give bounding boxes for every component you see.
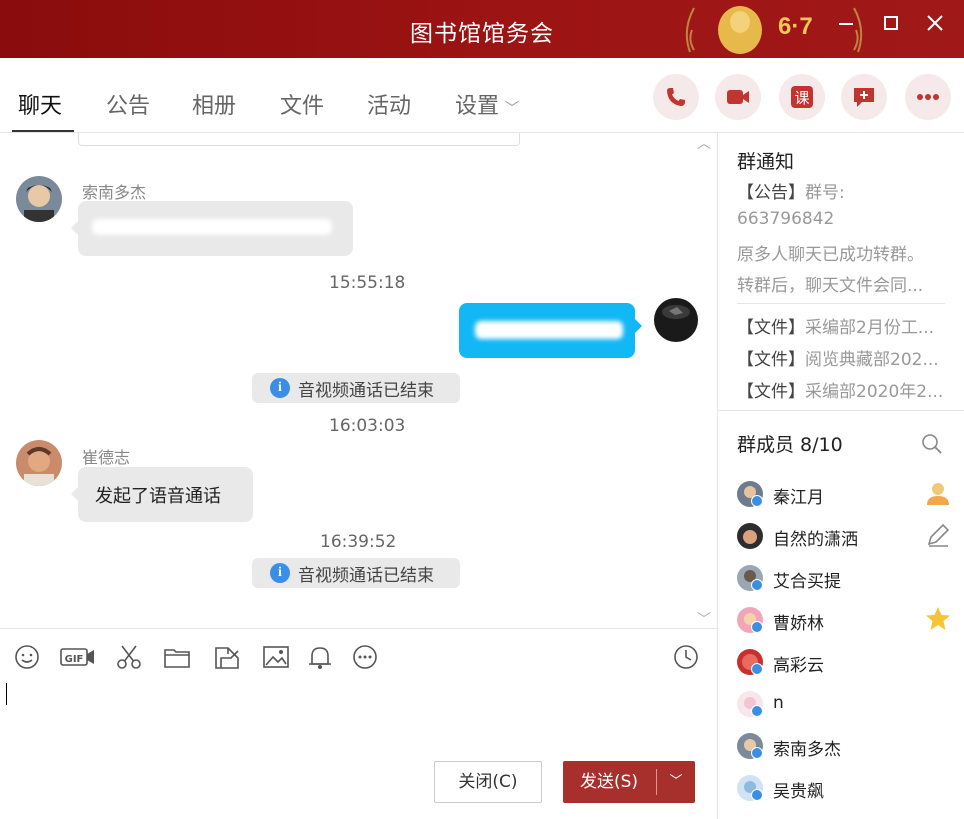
history-clock-icon[interactable] bbox=[672, 643, 700, 671]
message-input[interactable]: 关闭(C) 发送(S) ﹀ bbox=[0, 683, 717, 819]
video-camera-icon bbox=[727, 90, 749, 104]
message-bubble[interactable]: 发起了语音通话 bbox=[71, 467, 253, 522]
scissors-icon[interactable] bbox=[115, 643, 143, 671]
add-chat-button[interactable] bbox=[841, 74, 887, 120]
send-button[interactable]: 发送(S) ﹀ bbox=[563, 761, 695, 803]
close-window-button[interactable] bbox=[920, 12, 950, 42]
device-badge-icon bbox=[751, 495, 763, 507]
notice-line[interactable]: 【公告】群号: bbox=[737, 178, 845, 203]
notice-line[interactable]: 原多人聊天已成功转群。 bbox=[737, 240, 924, 265]
info-icon: i bbox=[270, 378, 290, 398]
badge-text: 6·7 bbox=[778, 13, 813, 40]
tab-announcement[interactable]: 公告 bbox=[106, 88, 150, 120]
info-icon: i bbox=[270, 563, 290, 583]
divider bbox=[718, 410, 964, 411]
more-icon bbox=[917, 94, 939, 100]
device-badge-icon bbox=[751, 705, 763, 717]
device-badge-icon bbox=[751, 789, 763, 801]
scroll-down-icon[interactable]: ﹀ bbox=[697, 609, 711, 629]
sender-name: 崔德志 bbox=[82, 448, 131, 467]
member-item[interactable]: 自然的潇洒 bbox=[737, 521, 952, 553]
screenshot-edit-icon[interactable] bbox=[213, 643, 241, 671]
divider bbox=[737, 303, 945, 304]
member-item[interactable]: 高彩云 bbox=[737, 647, 952, 679]
member-item[interactable]: 艾合买提 bbox=[737, 563, 952, 595]
minimize-button[interactable] bbox=[831, 12, 861, 42]
member-item[interactable]: n bbox=[737, 689, 952, 721]
file-notice[interactable]: 【文件】阅览典藏部202... bbox=[737, 345, 939, 370]
emoji-icon[interactable] bbox=[13, 643, 41, 671]
text-caret bbox=[6, 683, 7, 705]
system-message: i 音视频通话已结束 bbox=[252, 373, 460, 403]
folder-icon[interactable] bbox=[163, 643, 191, 671]
device-badge-icon bbox=[751, 621, 763, 633]
avatar[interactable] bbox=[16, 176, 62, 222]
class-icon: 课 bbox=[791, 86, 813, 108]
avatar[interactable] bbox=[16, 440, 62, 486]
members-title: 群成员 8/10 bbox=[737, 434, 843, 456]
more-icon[interactable] bbox=[351, 643, 379, 671]
tab-album[interactable]: 相册 bbox=[192, 88, 236, 120]
redacted-text bbox=[475, 321, 623, 339]
bell-icon[interactable] bbox=[306, 643, 334, 671]
group-owner-icon bbox=[927, 483, 949, 505]
member-item[interactable]: 吴贵飙 bbox=[737, 773, 952, 805]
member-item[interactable]: 索南多杰 bbox=[737, 731, 952, 763]
chat-plus-icon bbox=[854, 88, 874, 107]
message-bubble[interactable] bbox=[459, 303, 642, 358]
phone-icon bbox=[667, 88, 685, 106]
avatar bbox=[737, 523, 763, 549]
previous-message-box bbox=[78, 133, 520, 146]
video-call-button[interactable] bbox=[715, 74, 761, 120]
member-item[interactable]: 曹娇林 bbox=[737, 605, 952, 637]
scroll-up-icon[interactable]: ︿ bbox=[697, 133, 711, 153]
title-bar: 图书馆馆务会 6·7 bbox=[0, 0, 964, 58]
pencil-icon bbox=[927, 523, 950, 547]
close-icon bbox=[927, 15, 943, 31]
timestamp: 16:03:03 bbox=[329, 416, 406, 436]
notice-title: 群通知 bbox=[737, 151, 795, 173]
send-button-label: 发送(S) bbox=[579, 772, 639, 792]
voice-call-button[interactable] bbox=[653, 74, 699, 120]
group-info-panel: 群通知 【公告】群号: 663796842 原多人聊天已成功转群。 转群后，聊天… bbox=[717, 133, 964, 819]
maximize-icon bbox=[884, 16, 898, 30]
class-button[interactable]: 课 bbox=[779, 74, 825, 120]
chevron-down-icon: ﹀ bbox=[505, 101, 520, 117]
gif-icon[interactable]: GIF bbox=[60, 643, 96, 671]
chevron-down-icon[interactable]: ﹀ bbox=[657, 761, 695, 803]
maximize-button[interactable] bbox=[876, 12, 906, 42]
device-badge-icon bbox=[751, 747, 763, 759]
file-notice[interactable]: 【文件】采编部2020年2... bbox=[737, 377, 943, 402]
minimize-icon bbox=[839, 23, 853, 25]
message-bubble[interactable] bbox=[71, 201, 353, 256]
system-message: i 音视频通话已结束 bbox=[252, 558, 460, 588]
star-icon bbox=[926, 607, 950, 630]
device-badge-icon bbox=[751, 663, 763, 675]
image-icon[interactable] bbox=[262, 643, 290, 671]
tab-activity[interactable]: 活动 bbox=[367, 88, 411, 120]
search-icon[interactable] bbox=[921, 433, 943, 455]
sender-name: 索南多杰 bbox=[82, 183, 147, 202]
timestamp: 15:55:18 bbox=[329, 273, 406, 293]
svg-text:GIF: GIF bbox=[65, 654, 84, 665]
avatar[interactable] bbox=[653, 297, 699, 343]
member-item[interactable]: 秦江月 bbox=[737, 479, 952, 511]
tab-chat[interactable]: 聊天 bbox=[18, 88, 62, 120]
tab-bar: 聊天 公告 相册 文件 活动 设置 ﹀ 课 bbox=[0, 58, 964, 133]
chat-area[interactable]: ︿ 索南多杰 15:55:18 i 音视频通话已结束 16:03:03 崔德志 … bbox=[0, 133, 717, 628]
timestamp: 16:39:52 bbox=[320, 532, 397, 552]
composer-toolbar: GIF bbox=[0, 628, 717, 683]
device-badge-icon bbox=[751, 579, 763, 591]
tab-settings[interactable]: 设置 ﹀ bbox=[455, 88, 519, 120]
redacted-text bbox=[92, 219, 332, 235]
svg-text:课: 课 bbox=[794, 89, 809, 107]
notice-line[interactable]: 663796842 bbox=[737, 209, 834, 229]
close-button[interactable]: 关闭(C) bbox=[434, 761, 542, 803]
tab-files[interactable]: 文件 bbox=[280, 88, 324, 120]
notice-line[interactable]: 转群后，聊天文件会同... bbox=[737, 271, 923, 296]
file-notice[interactable]: 【文件】采编部2月份工... bbox=[737, 313, 934, 338]
active-tab-indicator bbox=[12, 130, 74, 132]
more-options-button[interactable] bbox=[905, 74, 951, 120]
